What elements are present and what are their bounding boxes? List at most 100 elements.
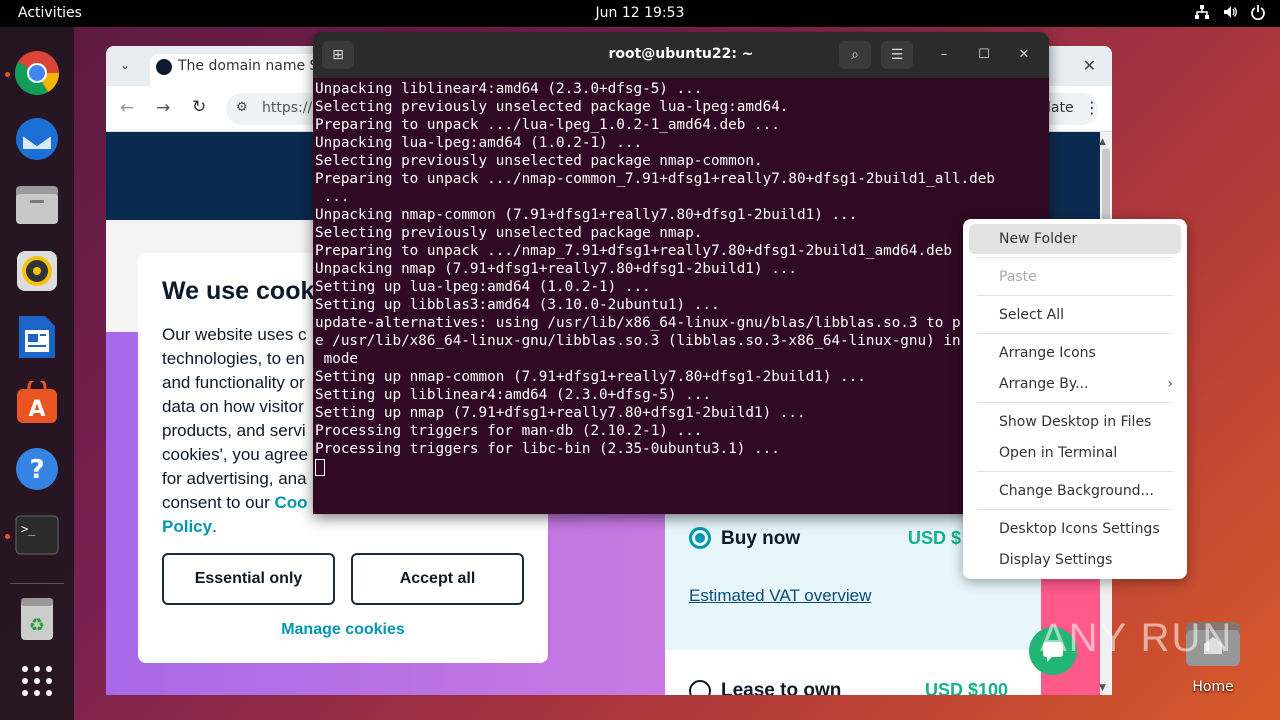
terminal-line: update-alternatives: using /usr/lib/x86_… (315, 315, 1004, 331)
svg-text:>_: >_ (21, 522, 36, 536)
trash-icon[interactable]: ♻ (13, 595, 61, 643)
essential-only-button[interactable]: Essential only (162, 553, 335, 605)
buy-now-label: Buy now (721, 528, 801, 549)
lease-radio[interactable] (689, 680, 711, 695)
terminal-line: Processing triggers for libc-bin (2.35-0… (315, 441, 780, 457)
terminal-line: Selecting previously unselected package … (315, 153, 763, 169)
terminal-line: Preparing to unpack .../nmap_7.91+dfsg1+… (315, 243, 987, 259)
menu-item-change-background[interactable]: Change Background... (969, 476, 1181, 506)
terminal-line: ... (315, 189, 350, 205)
lease-row: Lease to own USD $100 (665, 650, 1041, 695)
lease-label: Lease to own (721, 680, 842, 695)
manage-cookies-link[interactable]: Manage cookies (138, 621, 548, 639)
app-center-icon[interactable]: A (13, 379, 61, 427)
terminal-line: Setting up nmap-common (7.91+dfsg1+reall… (315, 369, 866, 385)
back-icon[interactable]: ← (120, 98, 134, 118)
svg-text:A: A (28, 397, 45, 422)
terminal-line: e /usr/lib/x86_64-linux-gnu/libblas.so.3… (315, 333, 1004, 349)
menu-item-arrange-icons[interactable]: Arrange Icons (969, 338, 1181, 368)
home-label: Home (1192, 679, 1234, 695)
cookie-line: Our website uses c (162, 325, 307, 344)
thunderbird-icon[interactable] (13, 115, 61, 163)
menu-item-select-all[interactable]: Select All (969, 300, 1181, 330)
menu-item-new-folder[interactable]: New Folder (969, 224, 1181, 254)
hamburger-menu-icon[interactable]: ☰ (881, 41, 913, 69)
chevron-right-icon: › (1167, 376, 1173, 392)
reload-icon[interactable]: ↻ (192, 97, 206, 117)
menu-separator (977, 509, 1173, 510)
writer-icon[interactable] (13, 313, 61, 361)
menu-item-arrange-by-label: Arrange By... (999, 376, 1089, 392)
terminal-cursor (315, 459, 325, 476)
volume-icon[interactable] (1222, 4, 1238, 20)
lease-price: USD $100 (925, 680, 1009, 695)
tab-title: The domain name Si (178, 58, 323, 74)
running-indicator (5, 72, 10, 77)
scroll-up-icon[interactable]: ▲ (1099, 137, 1106, 147)
terminal-line: Selecting previously unselected package … (315, 225, 703, 241)
clock[interactable]: Jun 12 19:53 (0, 5, 1280, 21)
menu-item-display-settings[interactable]: Display Settings (969, 545, 1181, 575)
menu-separator (977, 257, 1173, 258)
cookie-line: for advertising, ana (162, 469, 307, 488)
minimize-icon[interactable]: – (933, 44, 955, 66)
cookie-title: We use cook (162, 277, 315, 305)
cookie-line: and functionality or (162, 373, 305, 392)
cookie-line: data on how visitor (162, 397, 304, 416)
url-text: https:// (262, 100, 313, 116)
terminal-line: Unpacking nmap-common (7.91+dfsg1+really… (315, 207, 858, 223)
terminal-line: Unpacking nmap (7.91+dfsg1+really7.80+df… (315, 261, 798, 277)
forward-icon[interactable]: → (156, 98, 170, 118)
menu-item-paste: Paste (999, 269, 1037, 285)
cookie-policy-link-2[interactable]: Policy (162, 517, 212, 536)
network-icon[interactable] (1194, 4, 1210, 20)
cookie-line: consent to our (162, 493, 275, 512)
top-bar: Activities Jun 12 19:53 (0, 0, 1280, 27)
accept-all-button[interactable]: Accept all (351, 553, 524, 605)
chrome-icon[interactable] (13, 49, 61, 97)
cookie-line: cookies', you agree (162, 445, 308, 464)
terminal-line: Preparing to unpack .../nmap-common_7.91… (315, 171, 995, 187)
scroll-down-icon[interactable]: ▼ (1099, 683, 1106, 693)
terminal-line: Setting up nmap (7.91+dfsg1+really7.80+d… (315, 405, 806, 421)
menu-item-show-desktop-in-files[interactable]: Show Desktop in Files (969, 407, 1181, 437)
tab-list-chevron-icon[interactable]: ⌄ (120, 58, 130, 72)
terminal-line: Preparing to unpack .../lua-lpeg_1.0.2-1… (315, 117, 780, 133)
close-icon[interactable]: ✕ (1013, 44, 1035, 66)
terminal-window: ⊞ root@ubuntu22: ~ ⌕ ☰ – ☐ ✕ Unpacking l… (313, 32, 1049, 514)
menu-dots-icon[interactable]: ⋮ (1084, 98, 1100, 117)
dock-separator (10, 583, 64, 584)
svg-text:?: ? (29, 455, 44, 485)
tab-favicon-icon (156, 59, 172, 75)
menu-item-desktop-icons-settings[interactable]: Desktop Icons Settings (969, 514, 1181, 544)
buy-now-radio[interactable] (689, 527, 711, 549)
terminal-icon[interactable]: >_ (13, 511, 61, 559)
maximize-icon[interactable]: ☐ (973, 44, 995, 66)
search-icon[interactable]: ⌕ (839, 41, 871, 69)
cookie-body: Our website uses c technologies, to en a… (162, 323, 308, 539)
site-info-icon[interactable]: ⚙ (236, 100, 248, 115)
help-icon[interactable]: ? (13, 445, 61, 493)
system-tray[interactable] (1194, 4, 1266, 21)
app-grid-icon[interactable] (13, 657, 61, 705)
browser-close-icon[interactable]: ✕ (1083, 56, 1096, 75)
vat-link[interactable]: Estimated VAT overview (689, 586, 871, 606)
menu-separator (977, 295, 1173, 296)
terminal-line: mode (315, 351, 359, 367)
desktop-context-menu: New Folder Paste Select All Arrange Icon… (963, 219, 1187, 579)
menu-separator (977, 471, 1173, 472)
menu-item-open-in-terminal[interactable]: Open in Terminal (969, 438, 1181, 468)
dock: A ? >_ ♻ (0, 27, 74, 720)
power-icon[interactable] (1250, 4, 1266, 21)
terminal-line: Processing triggers for man-db (2.10.2-1… (315, 423, 703, 439)
cookie-line: products, and servi (162, 421, 306, 440)
terminal-line: Setting up lua-lpeg:amd64 (1.0.2-1) ... (315, 279, 651, 295)
menu-separator (977, 402, 1173, 403)
terminal-output[interactable]: Unpacking liblinear4:amd64 (2.3.0+dfsg-5… (315, 80, 1049, 514)
files-icon[interactable] (13, 181, 61, 229)
cookie-policy-link[interactable]: Coo (274, 493, 307, 512)
buy-now-price: USD $ (908, 528, 962, 548)
watermark: ANY RUN (1040, 616, 1234, 660)
menu-item-arrange-by[interactable]: Arrange By... › (969, 369, 1181, 399)
rhythmbox-icon[interactable] (13, 247, 61, 295)
